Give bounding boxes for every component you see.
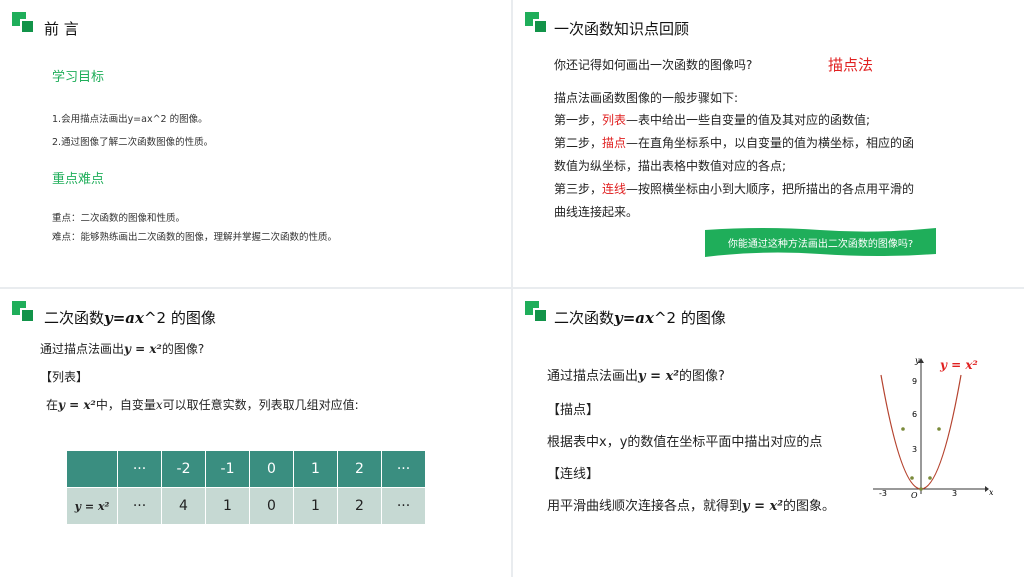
x-axis-label: x xyxy=(989,488,993,497)
point xyxy=(937,427,941,431)
y-tick: 6 xyxy=(912,410,917,419)
question-banner: 你能通过这种方法画出二次函数的图像吗? xyxy=(705,226,936,258)
slide-quadratic-graph[interactable]: 二次函数y=ax^2 的图像 通过描点法画出y = x²的图像? 【描点】 根据… xyxy=(513,289,1024,577)
table-cell: 0 xyxy=(249,487,294,525)
table-cell: -1 xyxy=(205,450,250,488)
slide-title: 二次函数y=ax^2 的图像 xyxy=(44,309,216,327)
parabola-graph: y x 9 6 3 -3 3 O y = x² xyxy=(873,356,993,499)
connect-desc: 用平滑曲线顺次连接各点，就得到y = x²的图象。 xyxy=(547,499,835,514)
y-tick: 9 xyxy=(912,377,917,386)
banner-text: 你能通过这种方法画出二次函数的图像吗? xyxy=(727,239,914,250)
intro: 通过描点法画出y = x²的图像? xyxy=(40,342,205,356)
plot-tag: 【描点】 xyxy=(547,403,600,418)
point xyxy=(919,487,923,491)
x-tick: 3 xyxy=(952,489,957,498)
goal-1: 1.会用描点法画出y=ax^2 的图像。 xyxy=(52,114,208,125)
key-heading: 重点难点 xyxy=(52,172,105,187)
step-3: 第三步，连线—按照横坐标由小到大顺序，把所描出的各点用平滑的 xyxy=(554,182,915,196)
table-desc: 在y = x²中，自变量x可以取任意实数，列表取几组对应值: xyxy=(46,398,359,412)
step-3-cont: 曲线连接起来。 xyxy=(554,205,639,219)
logo-icon xyxy=(525,301,549,323)
table-cell: 1 xyxy=(205,487,250,525)
y-axis-label: y xyxy=(914,356,920,365)
table-cell: ··· xyxy=(117,487,162,525)
slide-title: 二次函数y=ax^2 的图像 xyxy=(554,309,726,327)
goal-2: 2.通过图像了解二次函数图像的性质。 xyxy=(52,137,214,148)
step-2: 第二步，描点—在直角坐标系中，以自变量的值为横坐标，相应的函 xyxy=(554,136,915,150)
slide-linear-review[interactable]: 一次函数知识点回顾 你还记得如何画出一次函数的图像吗? 描点法 描点法画函数图像… xyxy=(513,0,1024,287)
logo-icon xyxy=(12,12,36,34)
table-cell: -2 xyxy=(161,450,206,488)
table-cell: 2 xyxy=(337,487,382,525)
point xyxy=(901,427,905,431)
origin-label: O xyxy=(911,491,918,499)
logo-icon xyxy=(12,301,36,323)
table-cell: ··· xyxy=(381,450,426,488)
table-row-x: ··· -2 -1 0 1 2 ··· xyxy=(66,450,426,488)
x-tick: -3 xyxy=(879,489,887,498)
goal-heading: 学习目标 xyxy=(52,70,105,85)
connect-tag: 【连线】 xyxy=(547,467,600,482)
general-steps: 描点法画函数图像的一般步骤如下: xyxy=(554,91,739,105)
intro: 通过描点法画出y = x²的图像? xyxy=(547,369,725,384)
table-cell: 4 xyxy=(161,487,206,525)
method-label: 描点法 xyxy=(828,56,874,74)
table-cell: y = x² xyxy=(66,487,118,525)
value-table: ··· -2 -1 0 1 2 ··· y = x² ··· 4 1 0 1 2… xyxy=(66,450,426,525)
slide-preface[interactable]: 前 言 学习目标 1.会用描点法画出y=ax^2 的图像。 2.通过图像了解二次… xyxy=(0,0,511,287)
logo-icon xyxy=(525,12,549,34)
question: 你还记得如何画出一次函数的图像吗? xyxy=(554,58,753,72)
table-cell: 1 xyxy=(293,487,338,525)
key-point: 重点：二次函数的图像和性质。 xyxy=(52,213,186,224)
y-tick: 3 xyxy=(912,445,917,454)
table-cell: 2 xyxy=(337,450,382,488)
table-cell: 1 xyxy=(293,450,338,488)
step-2-cont: 数值为纵坐标，描出表格中数值对应的各点; xyxy=(554,159,787,173)
step-1: 第一步，列表—表中给出一些自变量的值及其对应的函数值; xyxy=(554,113,871,127)
hard-point: 难点：能够熟练画出二次函数的图像，理解并掌握二次函数的性质。 xyxy=(52,232,338,243)
table-cell: ··· xyxy=(117,450,162,488)
table-cell: ··· xyxy=(381,487,426,525)
slide-title: 一次函数知识点回顾 xyxy=(554,20,690,38)
list-tag: 【列表】 xyxy=(40,370,89,384)
curve-label: y = x² xyxy=(939,358,978,372)
point xyxy=(928,476,932,480)
table-cell: 0 xyxy=(249,450,294,488)
point xyxy=(910,476,914,480)
table-row-y: y = x² ··· 4 1 0 1 2 ··· xyxy=(66,487,426,525)
slide-title: 前 言 xyxy=(44,20,79,38)
plot-desc: 根据表中x，y的数值在坐标平面中描出对应的点 xyxy=(547,435,823,450)
slide-quadratic-table[interactable]: 二次函数y=ax^2 的图像 通过描点法画出y = x²的图像? 【列表】 在y… xyxy=(0,289,511,577)
table-cell xyxy=(66,450,118,488)
